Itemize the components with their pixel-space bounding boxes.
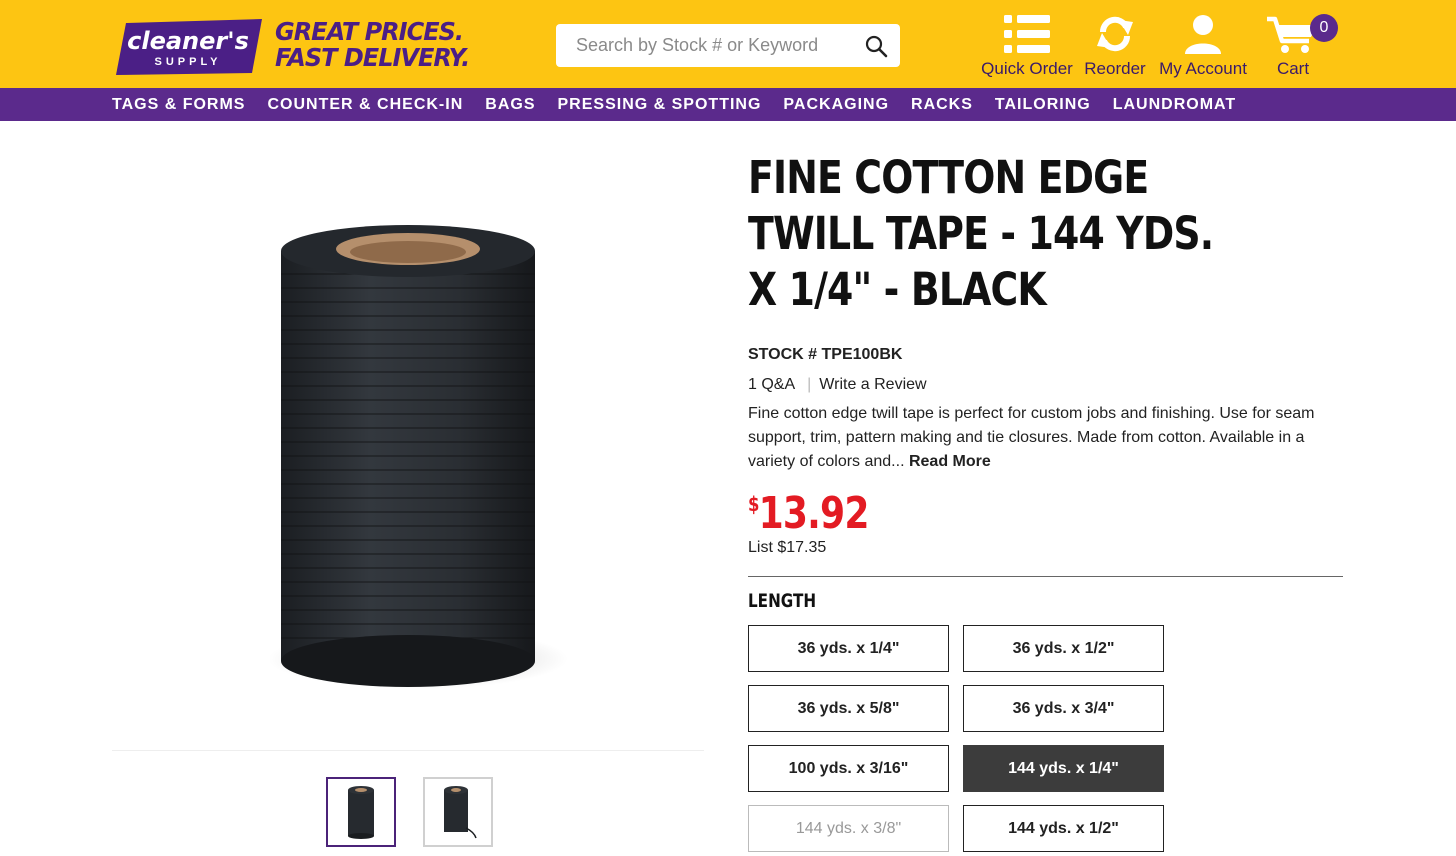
nav-packaging[interactable]: PACKAGING: [783, 88, 889, 122]
product-description: Fine cotton edge twill tape is perfect f…: [748, 402, 1338, 474]
logo-subtext: SUPPLY: [154, 56, 221, 68]
description-text: Fine cotton edge twill tape is perfect f…: [748, 405, 1315, 470]
cart-label: Cart: [1276, 59, 1310, 78]
price-currency: $: [748, 492, 759, 516]
thumbnail-spool-image: [348, 786, 374, 839]
my-account-label: My Account: [1159, 59, 1247, 78]
price-value: 13.92: [758, 488, 870, 539]
tagline-line1: GREAT PRICES.: [275, 16, 464, 47]
nav-tags-forms[interactable]: TAGS & FORMS: [112, 88, 245, 122]
main-nav: TAGS & FORMS COUNTER & CHECK-IN BAGS PRE…: [0, 88, 1456, 121]
cart-button[interactable]: 0 Cart: [1258, 12, 1338, 79]
product-title: FINE COTTON EDGE TWILL TAPE - 144 YDS. X…: [748, 151, 1214, 316]
reorder-label: Reorder: [1084, 59, 1146, 78]
thumbnail-1[interactable]: [326, 777, 396, 847]
qa-link[interactable]: 1 Q&A: [748, 376, 795, 393]
logo-text: cleaner's: [127, 27, 249, 55]
length-option-label: LENGTH: [748, 590, 817, 612]
length-option[interactable]: 36 yds. x 5/8": [748, 685, 949, 732]
nav-racks[interactable]: RACKS: [911, 88, 973, 122]
length-option[interactable]: 36 yds. x 1/4": [748, 625, 949, 672]
tagline: GREAT PRICES. FAST DELIVERY.: [275, 16, 470, 73]
search-input[interactable]: [556, 24, 846, 67]
read-more-link[interactable]: Read More: [909, 453, 991, 470]
product-image[interactable]: [112, 121, 704, 751]
list-icon: [981, 12, 1073, 56]
header: cleaner's SUPPLY GREAT PRICES. FAST DELI…: [0, 0, 1456, 88]
section-divider: [748, 576, 1343, 577]
write-review-link[interactable]: Write a Review: [819, 376, 926, 393]
thumbnail-2[interactable]: [423, 777, 493, 847]
stock-number: STOCK # TPE100BK: [748, 346, 903, 363]
reorder-button[interactable]: Reorder: [1082, 12, 1148, 79]
tagline-line2: FAST DELIVERY.: [275, 42, 470, 73]
search-box: [556, 24, 900, 67]
cleaners-supply-logo[interactable]: cleaner's SUPPLY: [112, 17, 264, 77]
sale-price: $13.92: [748, 488, 869, 539]
length-option-unavailable[interactable]: 144 yds. x 3/8": [748, 805, 949, 852]
user-icon: [1156, 12, 1250, 56]
my-account-button[interactable]: My Account: [1156, 12, 1250, 79]
qa-review-row: 1 Q&A | Write a Review: [748, 376, 927, 394]
length-option[interactable]: 36 yds. x 3/4": [963, 685, 1164, 732]
quick-order-button[interactable]: Quick Order: [981, 12, 1073, 79]
quick-order-label: Quick Order: [981, 59, 1073, 78]
product-gallery: [112, 121, 704, 751]
length-option[interactable]: 100 yds. x 3/16": [748, 745, 949, 792]
search-icon[interactable]: [864, 34, 888, 58]
cart-count-badge: 0: [1310, 14, 1338, 42]
nav-counter-check-in[interactable]: COUNTER & CHECK-IN: [267, 88, 463, 122]
gallery-divider: [112, 750, 704, 751]
nav-tailoring[interactable]: TAILORING: [995, 88, 1091, 122]
length-option-selected[interactable]: 144 yds. x 1/4": [963, 745, 1164, 792]
nav-laundromat[interactable]: LAUNDROMAT: [1113, 88, 1236, 122]
qa-separator: |: [807, 376, 812, 393]
length-option[interactable]: 36 yds. x 1/2": [963, 625, 1164, 672]
refresh-icon: [1082, 12, 1148, 56]
thumbnail-spool-loose-image: [444, 786, 477, 839]
length-option[interactable]: 144 yds. x 1/2": [963, 805, 1164, 852]
nav-bags[interactable]: BAGS: [485, 88, 535, 122]
nav-pressing-spotting[interactable]: PRESSING & SPOTTING: [558, 88, 762, 122]
list-price: List $17.35: [748, 539, 827, 556]
